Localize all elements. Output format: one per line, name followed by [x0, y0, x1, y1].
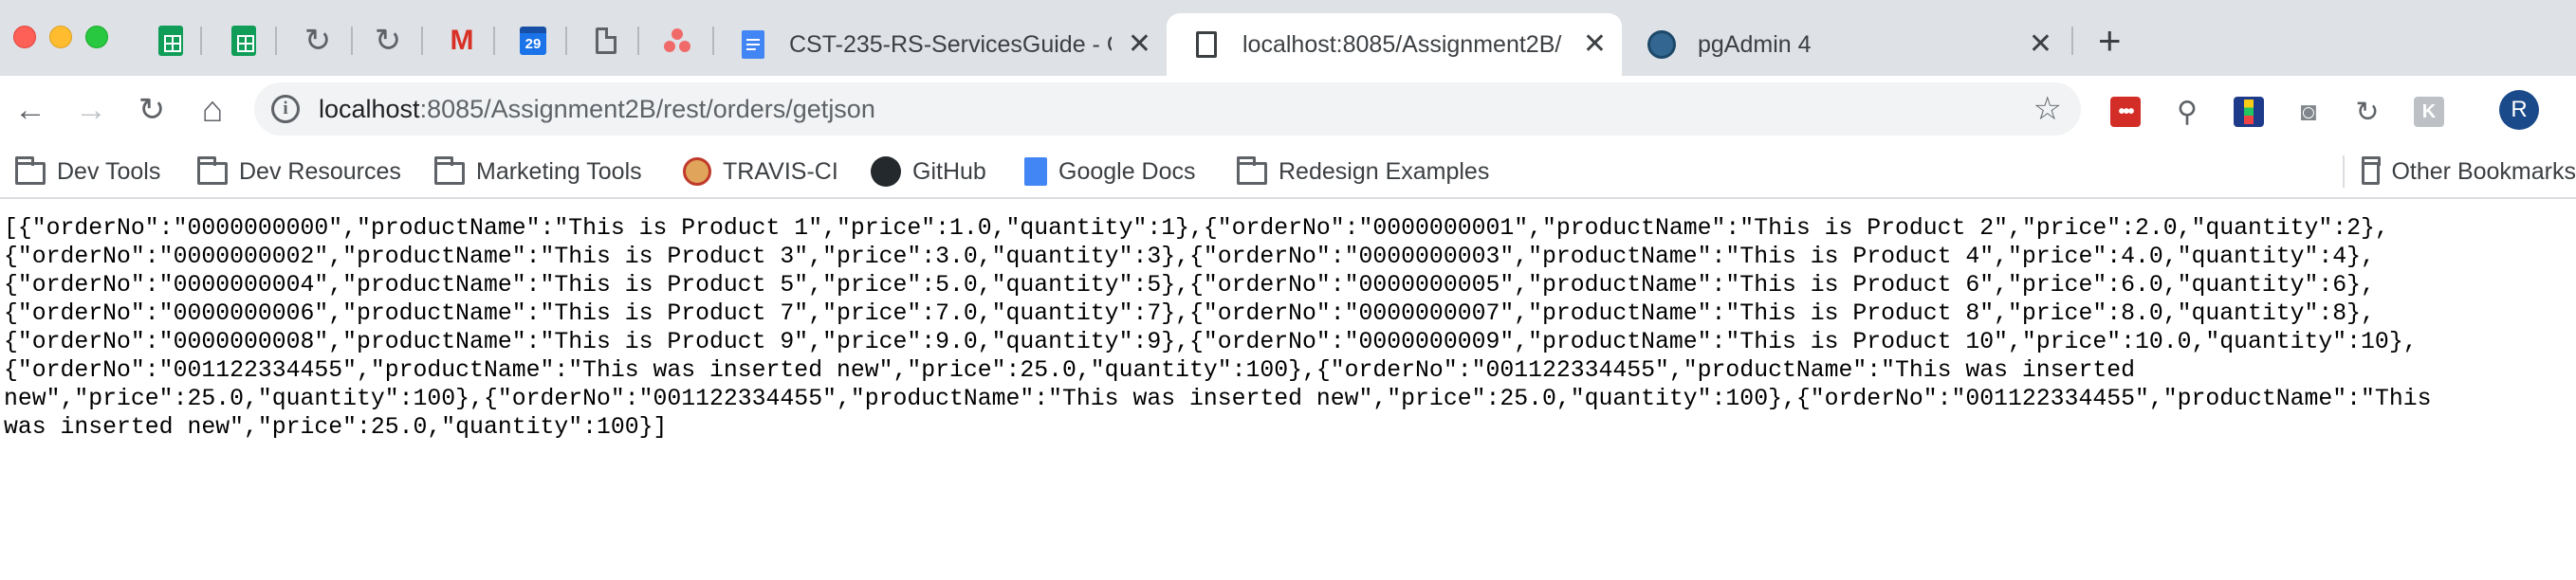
github-icon [871, 156, 901, 187]
folder-icon [1237, 156, 1267, 185]
document-icon [596, 27, 616, 54]
lastpass-icon[interactable]: ••• [2110, 97, 2141, 127]
url-text[interactable]: localhost:8085/Assignment2B/rest/orders/… [319, 95, 875, 124]
json-text-line: new","price":25.0,"quantity":100},{"orde… [4, 386, 2432, 412]
reload-icon: ↻ [374, 23, 402, 59]
tab-close-button[interactable]: ✕ [1128, 30, 1151, 59]
pinned-tab-calendar[interactable]: 29 [517, 25, 549, 57]
folder-icon [197, 156, 228, 185]
google-sheets-icon [158, 26, 183, 56]
refresh-icon[interactable]: ↻ [2352, 97, 2383, 128]
gmail-icon: M [450, 25, 474, 56]
tab-close-button[interactable]: ✕ [1583, 30, 1607, 59]
json-text-line: {"orderNo":"0000000002","productName":"T… [4, 244, 2375, 270]
tab-separator [565, 27, 567, 55]
bookmark-star-icon[interactable]: ☆ [2033, 90, 2062, 128]
window-close-button[interactable] [13, 26, 36, 48]
bookmark-redesign-examples[interactable]: Redesign Examples [1237, 153, 1489, 190]
tab-separator [351, 27, 353, 55]
new-tab-button[interactable]: + [2098, 21, 2122, 61]
google-docs-icon [742, 30, 764, 59]
profile-avatar[interactable]: R [2499, 90, 2539, 130]
bookmarks-separator [2343, 155, 2345, 188]
bookmark-label: Dev Resources [239, 157, 401, 185]
bookmarks-bar: Dev Tools Dev Resources Marketing Tools … [0, 144, 2576, 199]
bookmark-marketing-tools[interactable]: Marketing Tools [434, 153, 642, 190]
tab-title: pgAdmin 4 [1698, 30, 1812, 58]
folder-icon [2362, 156, 2382, 185]
google-calendar-icon: 29 [520, 27, 546, 55]
tab-close-button[interactable]: ✕ [2029, 30, 2052, 59]
bookmark-github[interactable]: GitHub [871, 153, 986, 190]
bookmark-label: Marketing Tools [476, 157, 642, 185]
tab-separator [200, 27, 202, 55]
bookmark-label: TRAVIS-CI [723, 157, 838, 185]
json-text-line: {"orderNo":"001122334455","productName":… [4, 357, 2135, 384]
bookmark-google-docs[interactable]: Google Docs [1024, 153, 1196, 190]
asana-icon [663, 28, 691, 53]
camera-icon[interactable]: ◙ [2293, 97, 2324, 127]
address-bar[interactable]: i localhost:8085/Assignment2B/rest/order… [254, 82, 2081, 136]
bookmark-dev-resources[interactable]: Dev Resources [197, 153, 401, 190]
tab-localhost-getjson[interactable]: localhost:8085/Assignment2B/ ✕ [1167, 13, 1622, 76]
tab-separator [421, 27, 423, 55]
eyedropper-icon[interactable]: ⚲ [2172, 97, 2202, 128]
pinned-tab-document[interactable] [590, 25, 622, 57]
json-response-body: [{"orderNo":"0000000000","productName":"… [0, 214, 2576, 442]
bookmark-other-bookmarks[interactable]: Other Bookmarks [2362, 153, 2576, 190]
bookmark-label: Other Bookmarks [2391, 157, 2576, 185]
pinned-tab-sheets-2[interactable] [228, 25, 260, 57]
page-icon [1196, 31, 1217, 58]
tab-separator [2071, 27, 2073, 55]
browser-toolbar: ← → ↻ ⌂ i localhost:8085/Assignment2B/re… [0, 76, 2576, 144]
google-docs-icon [1024, 157, 1047, 186]
tab-separator [637, 27, 639, 55]
json-text-line: {"orderNo":"0000000008","productName":"T… [4, 329, 2418, 355]
tab-pgadmin[interactable]: pgAdmin 4 ✕ [1622, 13, 2068, 76]
window-zoom-button[interactable] [85, 26, 108, 48]
tab-strip: ↻ ↻ M 29 CST-235-RS-ServicesGuide - G ✕ … [0, 0, 2576, 76]
folder-icon [434, 156, 465, 185]
pinned-tab-reload-2[interactable]: ↻ [372, 23, 404, 59]
window-minimize-button[interactable] [49, 26, 72, 48]
bookmark-label: GitHub [912, 157, 986, 185]
bookmark-label: Google Docs [1058, 157, 1196, 185]
reload-button[interactable]: ↻ [129, 87, 175, 133]
bookmark-travis-ci[interactable]: TRAVIS-CI [683, 153, 838, 190]
url-host: localhost [319, 95, 420, 123]
bookmark-label: Redesign Examples [1279, 157, 1490, 185]
forward-button[interactable]: → [68, 87, 114, 133]
tab-separator [275, 27, 277, 55]
site-info-icon[interactable]: i [271, 95, 300, 123]
tab-services-guide[interactable]: CST-235-RS-ServicesGuide - G ✕ [713, 13, 1167, 76]
pinned-tab-reload-1[interactable]: ↻ [302, 23, 334, 59]
json-text-line: [{"orderNo":"0000000000","productName":"… [4, 215, 2389, 242]
json-text-line: {"orderNo":"0000000006","productName":"T… [4, 300, 2375, 327]
pinned-tab-sheets-1[interactable] [155, 25, 187, 57]
k-extension-icon[interactable]: K [2414, 97, 2444, 127]
ruler-icon[interactable] [2234, 97, 2264, 127]
google-sheets-icon [231, 26, 256, 56]
tab-separator [493, 27, 495, 55]
pinned-tab-gmail[interactable]: M [446, 25, 478, 57]
pinned-tab-asana[interactable] [661, 25, 693, 57]
home-button[interactable]: ⌂ [190, 87, 235, 133]
travis-ci-icon [683, 157, 711, 186]
bookmark-dev-tools[interactable]: Dev Tools [15, 153, 160, 190]
tab-title: CST-235-RS-ServicesGuide - G [789, 30, 1112, 58]
reload-icon: ↻ [304, 23, 332, 59]
folder-icon [15, 156, 46, 185]
json-text-line: {"orderNo":"0000000004","productName":"T… [4, 272, 2375, 299]
json-text-line: was inserted new","price":25.0,"quantity… [4, 414, 668, 441]
bookmark-label: Dev Tools [57, 157, 161, 185]
postgres-elephant-icon [1647, 30, 1676, 59]
url-path: :8085/Assignment2B/rest/orders/getjson [419, 95, 875, 123]
tab-title: localhost:8085/Assignment2B/ [1242, 30, 1562, 58]
back-button[interactable]: ← [8, 87, 53, 133]
